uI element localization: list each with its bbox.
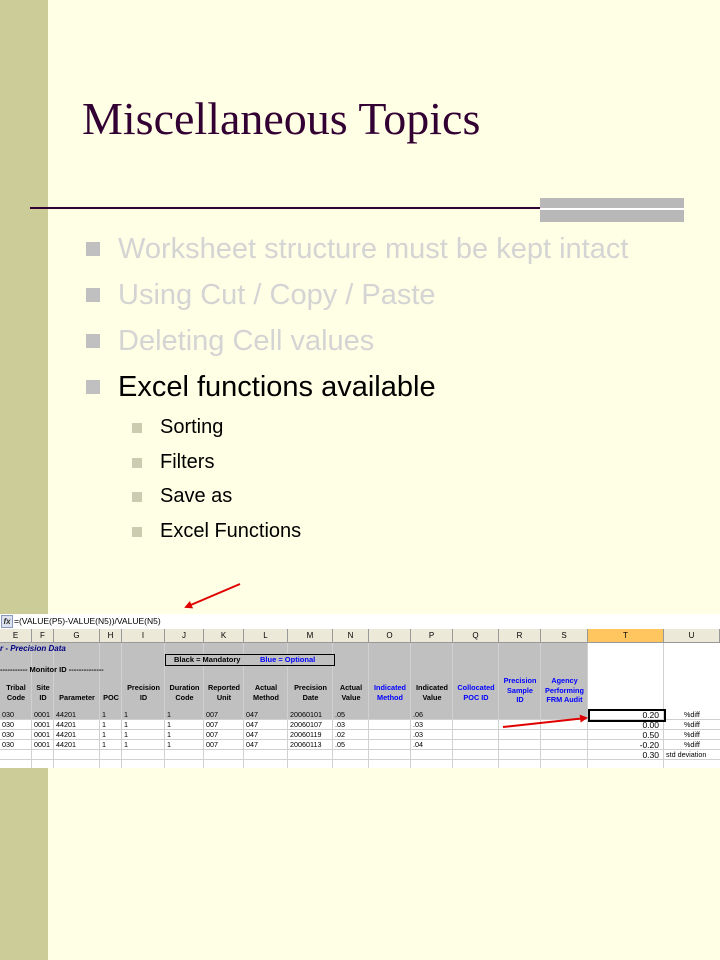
red-arrow-formula [184,583,241,609]
red-arrow-cell [502,714,588,728]
annotation-arrows [184,583,588,728]
